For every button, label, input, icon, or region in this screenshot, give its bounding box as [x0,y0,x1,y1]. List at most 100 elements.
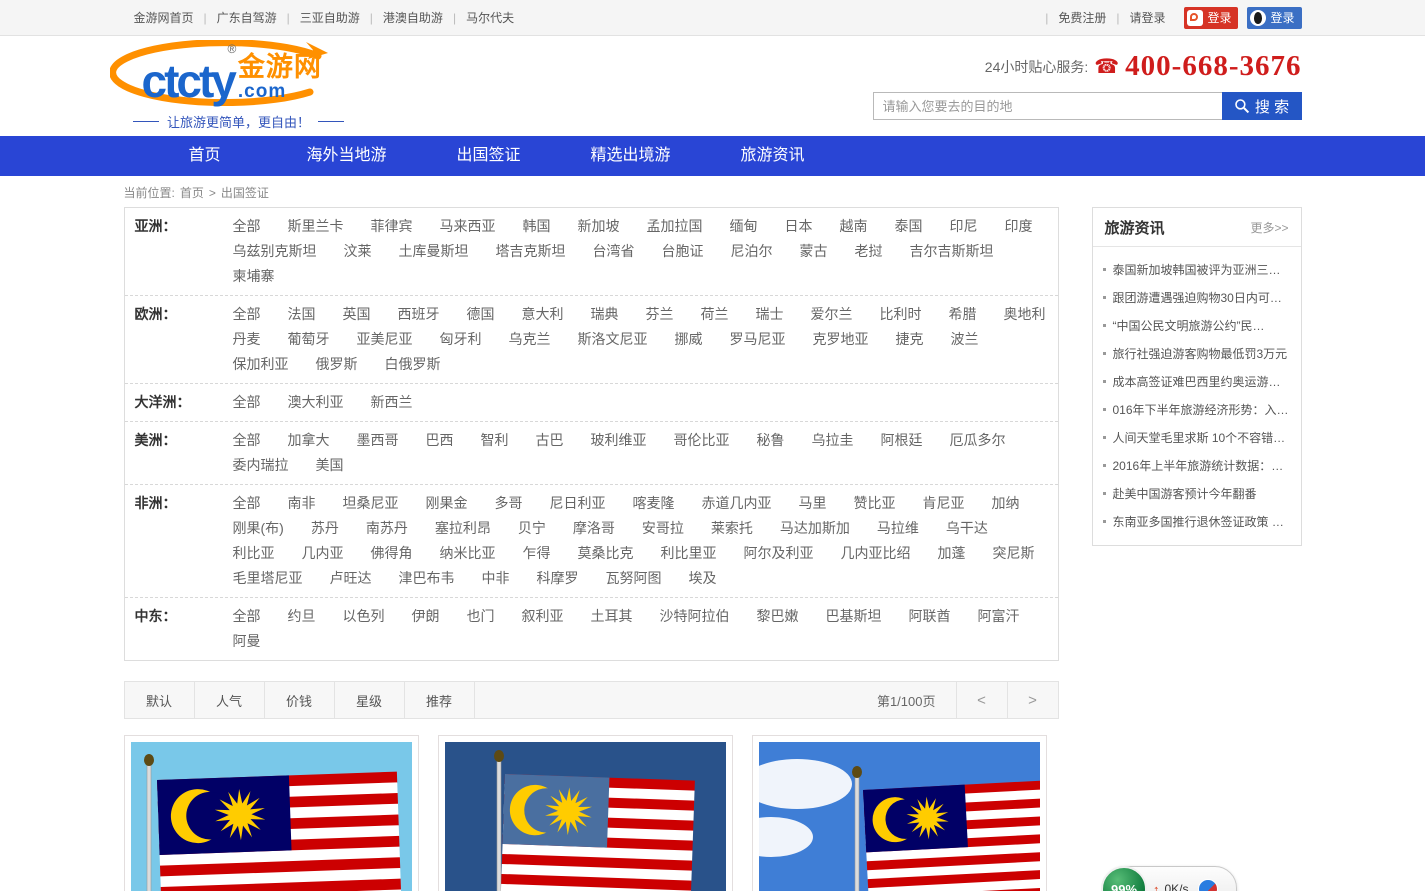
region-link[interactable]: 印度 [1005,214,1033,239]
region-link[interactable]: 孟加拉国 [647,214,703,239]
region-link[interactable]: 巴西 [426,428,454,453]
region-link[interactable]: 全部 [233,491,261,516]
region-link[interactable]: 泰国 [895,214,923,239]
region-link[interactable]: 菲律宾 [371,214,413,239]
topbar-link[interactable]: 港澳自助游 [373,9,453,26]
region-link[interactable]: 智利 [481,428,509,453]
news-item[interactable]: “中国公民文明旅游公约”民… [1103,311,1293,339]
region-link[interactable]: 乌拉圭 [812,428,854,453]
region-link[interactable]: 喀麦隆 [633,491,675,516]
region-link[interactable]: 塔吉克斯坦 [496,239,566,264]
news-item[interactable]: 跟团游遭遇强迫购物30日内可… [1103,283,1293,311]
region-link[interactable]: 苏丹 [311,516,339,541]
region-link[interactable]: 老挝 [855,239,883,264]
news-item[interactable]: 旅行社强迫游客购物最低罚3万元 [1103,339,1293,367]
region-link[interactable]: 越南 [840,214,868,239]
region-link[interactable]: 全部 [233,604,261,629]
region-link[interactable]: 台湾省 [593,239,635,264]
region-link[interactable]: 黎巴嫩 [757,604,799,629]
region-link[interactable]: 埃及 [689,566,717,591]
region-link[interactable]: 澳大利亚 [288,390,344,415]
nav-item-0[interactable]: 首页 [134,136,276,176]
region-link[interactable]: 哥伦比亚 [674,428,730,453]
region-link[interactable]: 伊朗 [412,604,440,629]
topbar-link[interactable]: 金游网首页 [124,9,204,26]
sort-tab[interactable]: 推荐 [405,682,475,718]
region-link[interactable]: 芬兰 [646,302,674,327]
region-link[interactable]: 刚果(布) [233,516,284,541]
news-item[interactable]: 人间天堂毛里求斯 10个不容错… [1103,423,1293,451]
qq-login-button[interactable]: 登录 [1247,7,1301,29]
region-link[interactable]: 蒙古 [800,239,828,264]
news-item[interactable]: 赴美中国游客预计今年翻番 [1103,479,1293,507]
region-link[interactable]: 白俄罗斯 [385,352,441,377]
region-link[interactable]: 毛里塔尼亚 [233,566,303,591]
region-link[interactable]: 塞拉利昂 [435,516,491,541]
region-link[interactable]: 赞比亚 [854,491,896,516]
region-link[interactable]: 约旦 [288,604,316,629]
sort-tab[interactable]: 价钱 [265,682,335,718]
region-link[interactable]: 科摩罗 [537,566,579,591]
sort-tab[interactable]: 人气 [195,682,265,718]
news-item[interactable]: 成本高签证难巴西里约奥运游… [1103,367,1293,395]
region-link[interactable]: 印尼 [950,214,978,239]
region-link[interactable]: 全部 [233,214,261,239]
region-link[interactable]: 柬埔寨 [233,264,275,289]
visa-card[interactable] [124,735,419,891]
region-link[interactable]: 缅甸 [730,214,758,239]
breadcrumb-home-link[interactable]: 首页 [180,184,204,201]
region-link[interactable]: 叙利亚 [522,604,564,629]
region-link[interactable]: 津巴布韦 [399,566,455,591]
sort-tab[interactable]: 默认 [125,682,195,718]
region-link[interactable]: 挪威 [675,327,703,352]
region-link[interactable]: 日本 [785,214,813,239]
region-link[interactable]: 亚美尼亚 [357,327,413,352]
region-link[interactable]: 尼泊尔 [731,239,773,264]
region-link[interactable]: 以色列 [343,604,385,629]
region-link[interactable]: 佛得角 [371,541,413,566]
region-link[interactable]: 秘鲁 [757,428,785,453]
region-link[interactable]: 阿富汗 [978,604,1020,629]
region-link[interactable]: 马拉维 [877,516,919,541]
region-link[interactable]: 韩国 [523,214,551,239]
region-link[interactable]: 莱索托 [711,516,753,541]
region-link[interactable]: 巴基斯坦 [826,604,882,629]
region-link[interactable]: 捷克 [896,327,924,352]
region-link[interactable]: 新西兰 [371,390,413,415]
nav-item-2[interactable]: 出国签证 [418,136,560,176]
news-item[interactable]: 2016年上半年旅游统计数据：… [1103,451,1293,479]
region-link[interactable]: 阿联酋 [909,604,951,629]
topbar-link[interactable]: 广东自驾游 [207,9,287,26]
region-link[interactable]: 马里 [799,491,827,516]
region-link[interactable]: 克罗地亚 [813,327,869,352]
region-link[interactable]: 墨西哥 [357,428,399,453]
nav-item-1[interactable]: 海外当地游 [276,136,418,176]
news-more-link[interactable]: 更多>> [1250,219,1288,236]
news-item[interactable]: 016年下半年旅游经济形势：入… [1103,395,1293,423]
region-link[interactable]: 赤道几内亚 [702,491,772,516]
region-link[interactable]: 莫桑比克 [578,541,634,566]
region-link[interactable]: 俄罗斯 [316,352,358,377]
region-link[interactable]: 瑞典 [591,302,619,327]
region-link[interactable]: 马达加斯加 [780,516,850,541]
nav-item-4[interactable]: 旅游资讯 [702,136,844,176]
region-link[interactable]: 法国 [288,302,316,327]
news-item[interactable]: 东南亚多国推行退休签证政策 … [1103,507,1293,535]
region-link[interactable]: 保加利亚 [233,352,289,377]
region-link[interactable]: 汶莱 [344,239,372,264]
region-link[interactable]: 瑞士 [756,302,784,327]
region-link[interactable]: 古巴 [536,428,564,453]
region-link[interactable]: 坦桑尼亚 [343,491,399,516]
region-link[interactable]: 阿根廷 [881,428,923,453]
region-link[interactable]: 斯里兰卡 [288,214,344,239]
region-link[interactable]: 乌克兰 [509,327,551,352]
region-link[interactable]: 阿尔及利亚 [744,541,814,566]
region-link[interactable]: 肯尼亚 [923,491,965,516]
region-link[interactable]: 西班牙 [398,302,440,327]
visa-card[interactable] [752,735,1047,891]
sort-tab[interactable]: 星级 [335,682,405,718]
search-button[interactable]: 搜 索 [1222,92,1302,120]
region-link[interactable]: 台胞证 [662,239,704,264]
region-link[interactable]: 也门 [467,604,495,629]
region-link[interactable]: 卢旺达 [330,566,372,591]
